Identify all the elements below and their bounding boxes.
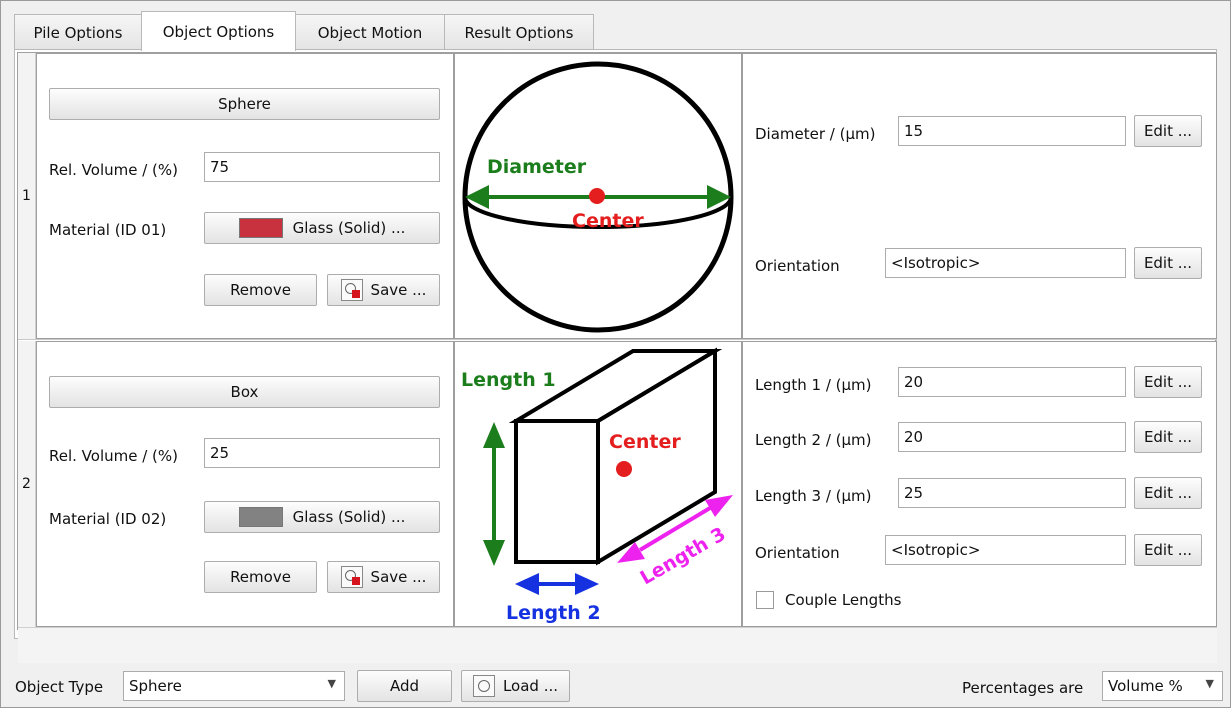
save-button[interactable]: Save ... [327, 274, 440, 306]
empty-table-row [18, 627, 1217, 663]
length3-input[interactable] [898, 478, 1126, 508]
sphere-diagram-cell: Diameter Center [454, 53, 742, 339]
length2-label: Length 2 [506, 602, 601, 624]
object-type-label: Object Type [15, 678, 104, 696]
sphere-center-point [589, 188, 605, 204]
length2-arrowhead-right [575, 573, 599, 595]
object-type-button[interactable]: Box [49, 376, 440, 408]
row-index: 1 [22, 188, 31, 204]
load-button[interactable]: Load ... [461, 670, 570, 702]
save-file-icon [340, 566, 363, 588]
object-parameters-cell: Diameter / (µm) Edit ... Orientation Edi… [742, 53, 1217, 339]
tab-pile-options[interactable]: Pile Options [14, 14, 142, 50]
orientation-input[interactable] [885, 248, 1126, 278]
edit-orientation-button[interactable]: Edit ... [1134, 534, 1202, 566]
box-front-face [514, 419, 600, 564]
percentages-selected: Volume % [1108, 677, 1183, 695]
material-button-label: Glass (Solid) ... [292, 508, 406, 526]
edit-diameter-button[interactable]: Edit ... [1134, 115, 1202, 147]
row-index: 2 [22, 476, 31, 492]
material-button[interactable]: Glass (Solid) ... [204, 501, 440, 533]
object-settings-cell: Sphere Rel. Volume / (%) Material (ID 01… [36, 53, 454, 339]
param-label: Orientation [755, 257, 840, 275]
remove-button[interactable]: Remove [204, 274, 317, 306]
rel-volume-input[interactable] [204, 152, 440, 182]
box-diagram: Length 1 Length 2 Length 3 Center [461, 347, 733, 624]
chevron-down-icon: ▼ [1205, 677, 1214, 690]
couple-lengths-checkbox[interactable] [756, 591, 774, 609]
param-label: Diameter / (µm) [755, 125, 876, 143]
length3-arrowhead-upper [705, 495, 733, 517]
save-button-label: Save ... [370, 568, 427, 586]
load-file-icon [472, 675, 495, 697]
rel-volume-label: Rel. Volume / (%) [49, 161, 179, 179]
add-button[interactable]: Add [357, 670, 452, 702]
load-button-label: Load ... [502, 677, 559, 695]
material-button-label: Glass (Solid) ... [292, 219, 406, 237]
box-center-label: Center [609, 431, 681, 453]
diameter-label: Diameter [487, 156, 587, 178]
edit-length3-button[interactable]: Edit ... [1134, 477, 1202, 509]
object-type-button[interactable]: Sphere [49, 88, 440, 120]
material-color-swatch [238, 507, 283, 527]
row-header[interactable]: 2 [18, 341, 36, 627]
tab-object-motion[interactable]: Object Motion [295, 14, 445, 50]
object-settings-cell: Box Rel. Volume / (%) Material (ID 02) G… [36, 341, 454, 627]
row-header[interactable]: 1 [18, 53, 36, 339]
object-type-select[interactable]: Sphere ▼ [123, 671, 345, 701]
material-label: Material (ID 02) [49, 510, 167, 528]
edit-length2-button[interactable]: Edit ... [1134, 421, 1202, 453]
couple-lengths-label[interactable]: Couple Lengths [785, 590, 901, 610]
percentages-label: Percentages are [962, 679, 1084, 697]
box-center-point [616, 461, 632, 477]
tab-result-options[interactable]: Result Options [444, 14, 594, 50]
material-color-swatch [238, 218, 283, 238]
param-label: Length 2 / (µm) [755, 431, 872, 449]
param-label: Length 3 / (µm) [755, 487, 872, 505]
chevron-down-icon: ▼ [327, 677, 336, 690]
length1-arrowhead-down [483, 540, 505, 566]
sphere-center-label: Center [572, 210, 644, 232]
material-label: Material (ID 01) [49, 221, 167, 239]
save-button-label: Save ... [370, 281, 427, 299]
material-button[interactable]: Glass (Solid) ... [204, 212, 440, 244]
row-separator [18, 339, 1217, 340]
objects-table: 1 Sphere Rel. Volume / (%) Material (ID … [17, 52, 1217, 663]
length1-label: Length 1 [461, 369, 556, 391]
edit-orientation-button[interactable]: Edit ... [1134, 247, 1202, 279]
rel-volume-label: Rel. Volume / (%) [49, 447, 179, 465]
object-type-selected: Sphere [129, 677, 182, 695]
orientation-input[interactable] [885, 535, 1126, 565]
param-label: Length 1 / (µm) [755, 376, 872, 394]
box-diagram-cell: Length 1 Length 2 Length 3 Center [454, 341, 742, 627]
length2-arrowhead-left [515, 573, 539, 595]
length1-arrowhead-up [483, 422, 505, 448]
length1-input[interactable] [898, 367, 1126, 397]
diameter-input[interactable] [898, 116, 1126, 146]
rel-volume-input[interactable] [204, 438, 440, 468]
object-parameters-cell: Length 1 / (µm) Edit ... Length 2 / (µm)… [742, 341, 1217, 627]
percentages-select[interactable]: Volume % ▼ [1102, 671, 1223, 701]
sphere-diagram: Diameter Center [462, 61, 734, 333]
param-label: Orientation [755, 544, 840, 562]
save-button[interactable]: Save ... [327, 561, 440, 593]
save-file-icon [340, 279, 363, 301]
tab-object-options[interactable]: Object Options [141, 11, 296, 51]
length2-input[interactable] [898, 422, 1126, 452]
edit-length1-button[interactable]: Edit ... [1134, 366, 1202, 398]
remove-button[interactable]: Remove [204, 561, 317, 593]
